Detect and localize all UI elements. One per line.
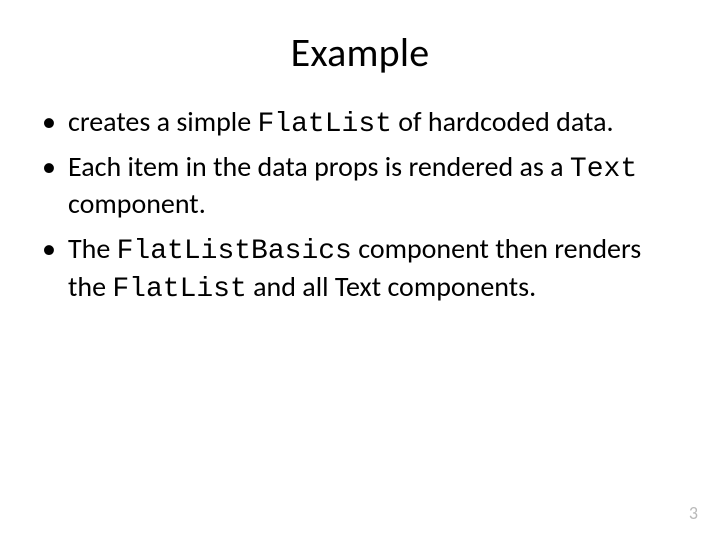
- code-span: FlatList: [112, 274, 246, 305]
- bullet-text: Each item in the data props is rendered …: [68, 149, 570, 184]
- page-number: 3: [689, 502, 698, 524]
- bullet-item: creates a simple FlatList of hardcoded d…: [40, 105, 680, 142]
- bullet-item: The FlatListBasics component then render…: [40, 232, 680, 306]
- bullet-text: of hardcoded data.: [392, 104, 614, 139]
- bullet-text: The: [68, 231, 117, 266]
- code-span: Text: [570, 154, 637, 185]
- code-span: FlatListBasics: [117, 236, 352, 267]
- slide-title: Example: [0, 0, 720, 87]
- bullet-list: creates a simple FlatList of hardcoded d…: [40, 105, 680, 307]
- bullet-text: component.: [68, 186, 206, 221]
- code-span: FlatList: [258, 109, 392, 140]
- slide: Example creates a simple FlatList of har…: [0, 0, 720, 540]
- bullet-text: creates a simple: [68, 104, 258, 139]
- bullet-text: and all Text components.: [247, 269, 536, 304]
- slide-body: creates a simple FlatList of hardcoded d…: [0, 87, 720, 307]
- bullet-item: Each item in the data props is rendered …: [40, 150, 680, 224]
